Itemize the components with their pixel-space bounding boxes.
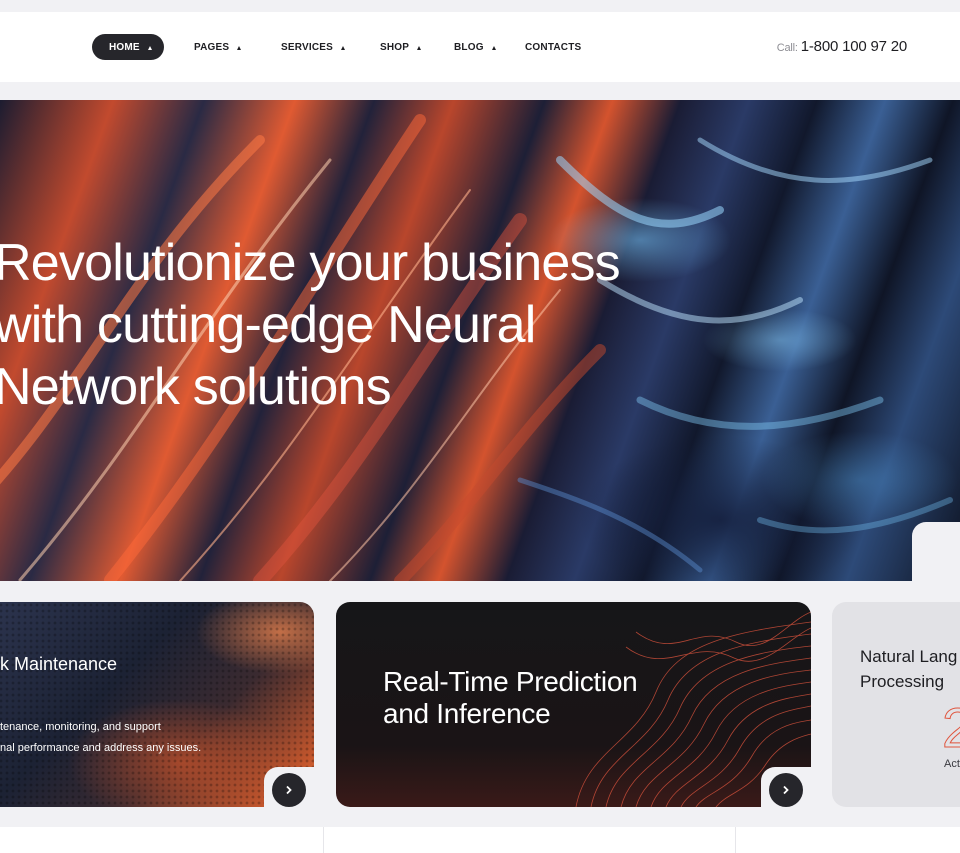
card-arrow-button[interactable]	[272, 773, 306, 807]
nav-item-label: BLOG	[454, 41, 484, 53]
card-description-line: nal performance and address any issues.	[0, 742, 202, 754]
hero-title-line: Revolutionize your business	[0, 234, 621, 292]
caret-up-icon	[147, 46, 152, 50]
caret-up-icon	[341, 46, 345, 50]
stat-number: 2	[941, 696, 960, 759]
nav-item-label: PAGES	[194, 41, 230, 53]
card-title-line: and Inference	[383, 698, 551, 729]
nav-item-home[interactable]: HOME	[92, 34, 164, 60]
stat-label: Act	[944, 758, 960, 770]
divider	[735, 827, 736, 853]
chevron-right-icon	[783, 785, 789, 795]
hero-title-line: with cutting-edge Neural	[0, 296, 536, 354]
card-title: Real-Time Prediction and Inference	[383, 666, 683, 730]
next-section-strip	[0, 827, 960, 853]
caret-up-icon	[237, 46, 242, 50]
card-description: tenance, monitoring, and support nal per…	[0, 717, 314, 759]
nav-item-label: HOME	[109, 41, 140, 53]
chevron-right-icon	[286, 785, 292, 795]
service-card-nlp[interactable]: Natural Lang Processing 2 Act	[832, 602, 960, 807]
card-arrow-button[interactable]	[769, 773, 803, 807]
header-phone[interactable]: Call: 1-800 100 97 20	[777, 38, 907, 55]
card-description-line: tenance, monitoring, and support	[0, 721, 161, 733]
nav-item-label: SHOP	[380, 41, 410, 53]
nav-item-pages[interactable]: PAGES	[194, 34, 242, 60]
hero-corner-cutout	[912, 522, 960, 582]
card-title-line: Processing	[860, 672, 945, 691]
caret-up-icon	[417, 46, 422, 50]
card-title-line: Natural Lang	[860, 647, 958, 666]
card-title: k Maintenance	[0, 654, 118, 674]
divider	[323, 827, 324, 853]
nav-item-shop[interactable]: SHOP	[380, 34, 422, 60]
card-title: Natural Lang Processing	[860, 644, 960, 694]
card-title-line: Real-Time Prediction	[383, 666, 638, 697]
service-card-prediction[interactable]: Real-Time Prediction and Inference	[336, 602, 811, 807]
nav-item-blog[interactable]: BLOG	[454, 34, 496, 60]
hero-title: Revolutionize your business with cutting…	[0, 232, 754, 418]
hero-banner: Revolutionize your business with cutting…	[0, 100, 960, 581]
call-label: Call:	[776, 42, 798, 54]
nav-item-contacts[interactable]: CONTACTS	[525, 34, 581, 60]
caret-up-icon	[491, 46, 496, 50]
site-header: HOME PAGES SERVICES SHOP BLOG CONTACTS C…	[0, 12, 960, 82]
hero-title-line: Network solutions	[0, 358, 392, 416]
nav-item-label: SERVICES	[281, 41, 333, 53]
phone-number: 1-800 100 97 20	[800, 38, 907, 55]
nav-item-label: CONTACTS	[525, 41, 582, 53]
nav-item-services[interactable]: SERVICES	[281, 34, 345, 60]
